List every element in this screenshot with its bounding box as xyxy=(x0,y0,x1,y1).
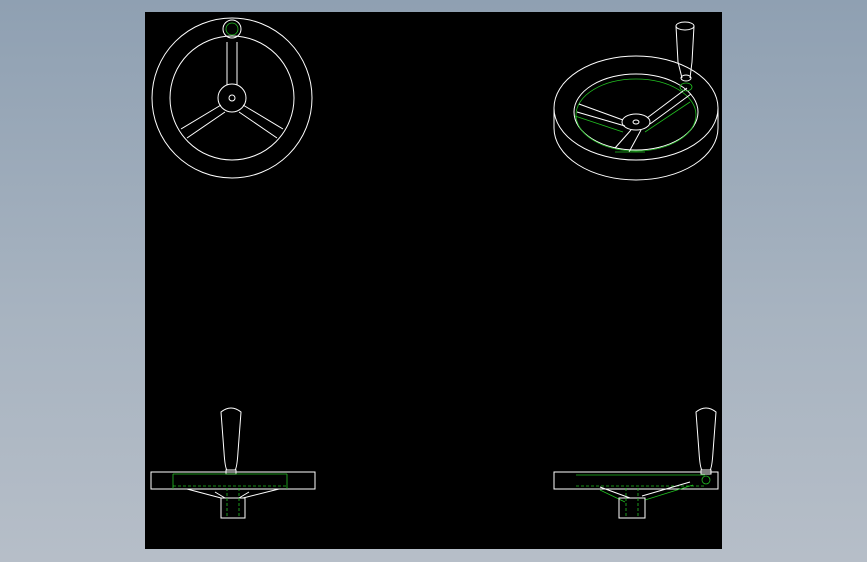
isometric-view xyxy=(553,21,719,181)
left-rim xyxy=(150,471,316,490)
iso-hub-hole xyxy=(632,119,640,125)
inner-rim xyxy=(169,35,295,161)
right-rim-boss xyxy=(701,475,711,485)
spoke-lower-right xyxy=(238,104,284,139)
iso-handle-top xyxy=(675,21,695,31)
drawing-canvas[interactable] xyxy=(145,12,722,549)
left-handle-grip xyxy=(220,407,242,471)
iso-handle-base xyxy=(680,74,692,82)
right-hub-bore xyxy=(625,488,639,518)
side-view-right xyxy=(553,407,719,519)
outer-rim xyxy=(151,17,313,179)
drawing-svg xyxy=(150,17,719,519)
handle-knob-inner xyxy=(225,22,239,36)
front-view xyxy=(151,17,313,179)
iso-spoke-hidden xyxy=(574,101,691,153)
side-view-left xyxy=(150,407,316,519)
left-spokes-inner xyxy=(214,491,250,499)
iso-spoke-left xyxy=(576,103,626,127)
spoke-lower-left xyxy=(180,104,226,139)
left-hub-bore xyxy=(226,488,240,518)
iso-rim-side xyxy=(553,108,719,181)
cad-viewport[interactable] xyxy=(0,0,867,562)
left-rim-hidden-sides xyxy=(172,474,288,489)
right-spokes-hidden xyxy=(599,484,694,503)
left-spokes xyxy=(186,488,280,499)
right-rim xyxy=(553,471,719,490)
iso-outer-rim-top xyxy=(553,55,719,161)
iso-handle-body xyxy=(675,25,695,79)
left-hub xyxy=(220,497,246,519)
spoke-top xyxy=(226,42,238,85)
hub xyxy=(217,83,247,113)
iso-hub xyxy=(621,113,651,131)
right-handle-grip xyxy=(695,407,717,471)
hub-hole xyxy=(228,94,236,102)
